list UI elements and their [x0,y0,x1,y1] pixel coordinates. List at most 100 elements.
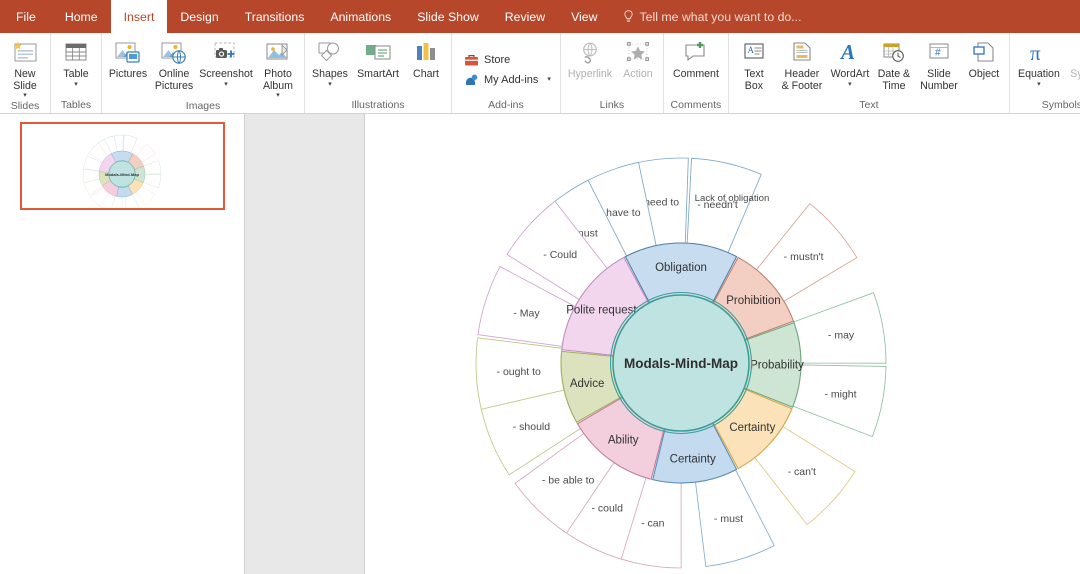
tab-home[interactable]: Home [52,0,111,33]
tab-review[interactable]: Review [492,0,558,33]
ribbon-group-illustrations: Shapes ▾ SmartArt Chart Illustrations [305,33,452,113]
text-box-button[interactable]: A Text Box [732,36,776,92]
extra-segment-label: Lack of obligation [695,193,770,204]
outer-segment-label: - May [513,307,540,319]
chart-label: Chart [413,68,439,80]
equation-caret-icon[interactable]: ▾ [1037,81,1041,88]
mind-map-center-label: Modals-Mind-Map [624,356,738,371]
ribbon-group-links: Hyperlink Action Links [561,33,664,113]
date-time-button[interactable]: Date & Time [872,36,916,92]
shapes-button[interactable]: Shapes ▾ [308,36,352,88]
inner-segment-label: Probability [750,360,804,372]
wordart-caret-icon[interactable]: ▾ [848,81,852,88]
tab-design[interactable]: Design [167,0,231,33]
group-label-text: Text [859,99,879,111]
tab-file[interactable]: File [0,0,52,33]
new-slide-icon [12,38,39,68]
smartart-label: SmartArt [357,68,399,80]
photo-album-button[interactable]: Photo Album ▾ [255,36,301,99]
canvas-left-gutter [245,114,365,574]
chart-button[interactable]: Chart [404,36,448,81]
screenshot-label: Screenshot [199,68,253,80]
group-label-illustrations: Illustrations [351,99,405,111]
shapes-label: Shapes [312,68,348,80]
wordart-button[interactable]: A WordArt ▾ [828,36,872,88]
action-button[interactable]: Action [616,36,660,81]
outer-segment-label: - must [714,513,743,525]
table-icon [63,38,89,68]
my-addins-label: My Add-ins [484,73,539,86]
table-button[interactable]: Table ▾ [54,36,98,88]
store-label: Store [484,53,511,66]
object-button[interactable]: Object [962,36,1006,81]
svg-text:A: A [839,41,855,64]
screenshot-icon [211,38,241,68]
photo-album-caret-icon[interactable]: ▾ [276,92,280,99]
action-label: Action [623,68,653,80]
equation-pi-icon: π [1026,38,1052,68]
tab-file-label: File [16,9,36,24]
ribbon-group-slides: New Slide ▾ Slides [0,33,51,113]
slide-number-icon: # [926,38,952,68]
smartart-icon [363,38,393,68]
shapes-caret-icon[interactable]: ▾ [328,81,332,88]
action-icon [625,38,651,68]
tell-me-search[interactable]: Tell me what you want to do... [611,0,814,33]
comment-button[interactable]: Comment [667,36,725,81]
tab-animations-label: Animations [330,9,392,24]
svg-text:A: A [747,45,754,55]
outer-segment-label: - can [641,518,665,530]
wordart-label: WordArt [830,68,870,80]
text-box-icon: A [741,38,767,68]
group-label-slides: Slides [10,100,40,113]
store-icon [463,52,479,68]
tab-transitions[interactable]: Transitions [232,0,318,33]
tab-slide-show[interactable]: Slide Show [404,0,492,33]
tab-insert[interactable]: Insert [110,0,168,33]
equation-button[interactable]: π Equation ▾ [1013,36,1065,88]
tab-review-label: Review [504,9,546,24]
smartart-button[interactable]: SmartArt [352,36,404,81]
slide-number-button[interactable]: # Slide Number [916,36,962,92]
symbol-label: Symbol [1070,68,1080,80]
screenshot-caret-icon[interactable]: ▾ [224,81,228,88]
group-label-symbols: Symbols [1041,99,1080,111]
tab-view-label: View [571,9,598,24]
slide-canvas[interactable]: - needn't - need to - have to - must - mustn… [365,114,1080,574]
inner-segment-label: Polite request [566,304,637,316]
slide-thumbnail-panel[interactable]: Modals-Mind-Map [0,114,245,574]
wordart-icon: A [837,38,863,68]
new-slide-caret-icon[interactable]: ▾ [23,92,27,99]
ribbon-tab-strip: File Home Insert Design Transitions Anim… [0,0,1080,33]
tab-view[interactable]: View [558,0,610,33]
header-footer-label: Header & Footer [781,68,823,92]
my-addins-caret-icon[interactable]: ▾ [547,76,551,83]
online-pictures-button[interactable]: Online Pictures [151,36,197,92]
my-addins-button[interactable]: My Add-ins ▾ [459,70,555,90]
header-footer-button[interactable]: Header & Footer [776,36,828,92]
text-box-label: Text Box [744,68,764,92]
symbol-omega-icon: Ω [1075,38,1080,68]
group-label-images: Images [185,100,221,113]
date-time-icon [881,38,907,68]
slide-thumbnail-1[interactable]: Modals-Mind-Map [20,122,225,210]
pictures-button[interactable]: Pictures [105,36,151,81]
pictures-label: Pictures [108,68,148,80]
table-caret-icon[interactable]: ▾ [74,81,78,88]
screenshot-button[interactable]: Screenshot ▾ [197,36,255,88]
hyperlink-button[interactable]: Hyperlink [564,36,616,81]
new-slide-button[interactable]: New Slide ▾ [3,36,47,99]
tab-home-label: Home [64,9,98,24]
outer-segment-label: - ought to [497,366,542,378]
tab-animations[interactable]: Animations [317,0,404,33]
tab-slide-show-label: Slide Show [417,9,479,24]
store-button[interactable]: Store [459,50,514,70]
inner-segment-label: Certainty [729,422,775,434]
shapes-icon [316,38,344,68]
symbol-button[interactable]: Ω Symbol [1065,36,1080,81]
table-label: Table [63,68,89,80]
modals-mind-map-diagram[interactable]: - needn't- need to- have to- must- mustn… [365,114,1080,574]
ribbon-group-addins: Store My Add-ins ▾ Add-ins [452,33,561,113]
work-area: Modals-Mind-Map - needn't - need to - have… [0,114,1080,574]
hyperlink-icon [577,38,603,68]
